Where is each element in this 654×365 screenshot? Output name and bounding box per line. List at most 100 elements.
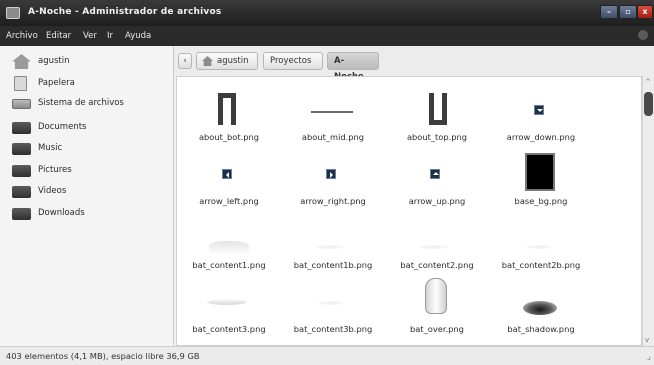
close-button[interactable]: x xyxy=(637,5,653,19)
menu-ayuda[interactable]: Ayuda xyxy=(125,31,151,41)
file-name: bat_content1.png xyxy=(192,260,266,270)
file-name: about_top.png xyxy=(406,132,468,142)
file-item[interactable]: bat_content2.png xyxy=(385,213,489,277)
file-name: arrow_right.png xyxy=(300,196,366,206)
sidebar-item-filesystem[interactable]: Sistema de archivos xyxy=(0,94,173,114)
home-icon xyxy=(202,56,213,66)
home-icon xyxy=(12,54,31,69)
sidebar-item-music[interactable]: Music xyxy=(0,139,173,159)
file-name: bat_content2.png xyxy=(400,260,474,270)
status-text: 403 elementos (4,1 MB), espacio libre 36… xyxy=(6,351,200,361)
menu-ver[interactable]: Ver xyxy=(83,31,97,41)
title-bar: A-Noche - Administrador de archivos – ▫ … xyxy=(0,0,654,26)
file-name: arrow_left.png xyxy=(199,196,259,206)
menu-ir[interactable]: Ir xyxy=(107,31,113,41)
file-name: about_bot.png xyxy=(198,132,260,142)
file-item[interactable]: bat_over.png xyxy=(385,277,489,341)
vertical-scrollbar[interactable]: ^ v xyxy=(642,76,654,346)
sidebar-item-label: agustin xyxy=(38,56,70,66)
drive-icon xyxy=(12,99,31,109)
file-thumbnail xyxy=(177,277,281,321)
sidebar-item-pictures[interactable]: Pictures xyxy=(0,161,173,181)
window-icon[interactable] xyxy=(6,7,20,19)
window-title: A-Noche - Administrador de archivos xyxy=(28,7,222,17)
file-thumbnail xyxy=(177,85,281,129)
file-item[interactable]: about_top.png xyxy=(385,85,489,149)
folder-icon xyxy=(12,186,31,198)
file-item[interactable]: base_bg.png xyxy=(489,149,593,213)
file-thumbnail xyxy=(489,213,593,257)
file-thumbnail xyxy=(489,277,593,321)
back-button[interactable]: ‹ xyxy=(178,53,192,69)
location-bar: ‹ agustin Proyectos A-Noche xyxy=(174,46,654,82)
folder-icon xyxy=(12,165,31,177)
scrollbar-thumb[interactable] xyxy=(644,92,653,116)
file-view[interactable]: about_bot.png about_mid.png about_top.pn… xyxy=(176,76,642,346)
file-name: bat_over.png xyxy=(410,324,464,334)
breadcrumb-label: agustin xyxy=(217,56,249,66)
sidebar-item-label: Sistema de archivos xyxy=(38,98,124,108)
scroll-up-icon[interactable]: ^ xyxy=(645,78,651,86)
file-thumbnail xyxy=(385,213,489,257)
file-item[interactable]: bat_shadow.png xyxy=(489,277,593,341)
file-name: bat_shadow.png xyxy=(507,324,575,334)
sidebar-item-label: Documents xyxy=(38,122,87,132)
file-name: about_mid.png xyxy=(301,132,365,142)
file-item[interactable]: bat_content2b.png xyxy=(489,213,593,277)
folder-icon xyxy=(12,122,31,134)
file-item[interactable]: arrow_up.png xyxy=(385,149,489,213)
breadcrumb-home[interactable]: agustin xyxy=(196,52,258,70)
file-thumbnail xyxy=(385,277,489,321)
file-thumbnail xyxy=(281,277,385,321)
menu-bar: Archivo Editar Ver Ir Ayuda xyxy=(0,26,654,46)
file-thumbnail xyxy=(385,149,489,193)
file-thumbnail xyxy=(281,85,385,129)
file-thumbnail xyxy=(281,213,385,257)
sidebar-item-home[interactable]: agustin xyxy=(0,52,173,72)
sidebar-item-label: Pictures xyxy=(38,165,72,175)
resize-grip-icon[interactable]: ⌟ xyxy=(647,352,651,362)
sidebar-item-label: Downloads xyxy=(38,208,85,218)
file-thumbnail xyxy=(489,149,593,193)
file-thumbnail xyxy=(385,85,489,129)
file-item[interactable]: arrow_right.png xyxy=(281,149,385,213)
file-thumbnail xyxy=(489,85,593,129)
file-item[interactable]: about_bot.png xyxy=(177,85,281,149)
folder-icon xyxy=(12,143,31,155)
file-thumbnail xyxy=(177,213,281,257)
minimize-button[interactable]: – xyxy=(600,5,618,19)
file-name: base_bg.png xyxy=(514,196,568,206)
sidebar-item-videos[interactable]: Videos xyxy=(0,182,173,202)
sidebar-item-downloads[interactable]: Downloads xyxy=(0,204,173,224)
sidebar-item-label: Music xyxy=(38,143,63,153)
scroll-down-icon[interactable]: v xyxy=(645,336,649,344)
menu-editar[interactable]: Editar xyxy=(46,31,71,41)
file-name: arrow_up.png xyxy=(408,196,466,206)
file-item[interactable]: bat_content3b.png xyxy=(281,277,385,341)
file-name: bat_content2b.png xyxy=(501,260,581,270)
file-item[interactable]: about_mid.png xyxy=(281,85,385,149)
status-bar: 403 elementos (4,1 MB), espacio libre 36… xyxy=(0,346,654,365)
file-item[interactable]: arrow_left.png xyxy=(177,149,281,213)
file-item[interactable]: bat_content1b.png xyxy=(281,213,385,277)
breadcrumb-current[interactable]: A-Noche xyxy=(327,52,379,82)
file-item[interactable]: bat_content3.png xyxy=(177,277,281,341)
sidebar-item-documents[interactable]: Documents xyxy=(0,118,173,138)
file-item[interactable]: arrow_down.png xyxy=(489,85,593,149)
sidebar: agustin Papelera Sistema de archivos Doc… xyxy=(0,46,174,346)
maximize-button[interactable]: ▫ xyxy=(619,5,637,19)
file-thumbnail xyxy=(281,149,385,193)
sidebar-item-trash[interactable]: Papelera xyxy=(0,74,173,94)
file-name: bat_content3.png xyxy=(192,324,266,334)
breadcrumb-proyectos[interactable]: Proyectos xyxy=(263,52,323,70)
file-item[interactable]: bat_content1.png xyxy=(177,213,281,277)
sidebar-item-label: Papelera xyxy=(38,78,75,88)
file-thumbnail xyxy=(177,149,281,193)
file-name: bat_content1b.png xyxy=(293,260,373,270)
file-name: arrow_down.png xyxy=(506,132,576,142)
file-name: bat_content3b.png xyxy=(293,324,373,334)
trash-icon xyxy=(14,76,27,91)
menu-status-icon xyxy=(638,30,648,40)
folder-icon xyxy=(12,208,31,220)
menu-archivo[interactable]: Archivo xyxy=(6,31,38,41)
